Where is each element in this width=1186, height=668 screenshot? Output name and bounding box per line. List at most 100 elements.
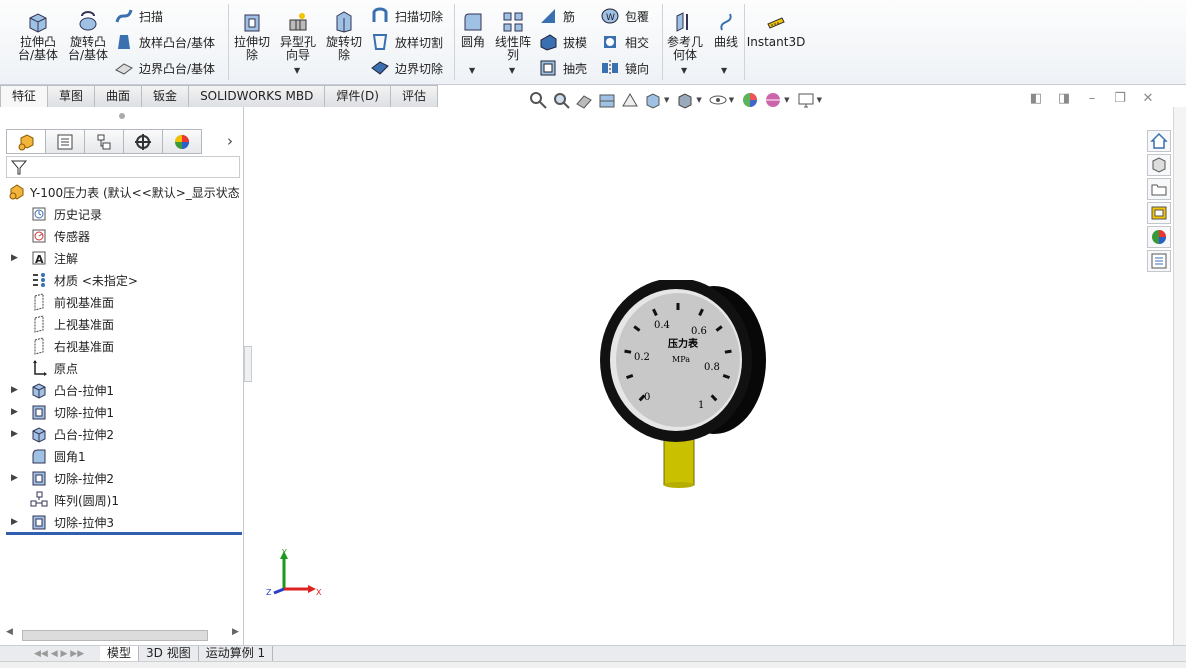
- tree-item[interactable]: ▶ A 注解: [0, 247, 242, 269]
- previous-view-icon[interactable]: [574, 90, 594, 110]
- tree-item[interactable]: ▶ 切除-拉伸2: [0, 467, 242, 489]
- tab-motion-study[interactable]: 运动算例 1: [199, 645, 274, 662]
- expand-arrow-icon[interactable]: ▶: [11, 473, 19, 483]
- feature-filter[interactable]: [6, 156, 240, 178]
- tree-root-part[interactable]: Y-100压力表 (默认<<默认>_显示状态: [0, 181, 242, 203]
- task-pane-custom-properties[interactable]: [1147, 250, 1171, 272]
- scroll-thumb[interactable]: [22, 630, 208, 641]
- property-manager-tab[interactable]: [45, 129, 85, 154]
- rib-button[interactable]: 筋: [538, 6, 575, 26]
- rollback-bar[interactable]: [6, 532, 242, 535]
- panel-splitter[interactable]: [244, 346, 252, 382]
- boundary-boss-button[interactable]: 边界凸台/基体: [114, 58, 215, 78]
- view-settings-dropdown[interactable]: ▼: [817, 96, 822, 104]
- tree-item[interactable]: 圆角1: [0, 445, 242, 467]
- tree-item[interactable]: ▶ 凸台-拉伸2: [0, 423, 242, 445]
- expand-arrow-icon[interactable]: ▶: [11, 517, 19, 527]
- revolve-cut-button[interactable]: 旋转切 除: [322, 10, 366, 62]
- mirror-button[interactable]: 镜向: [600, 58, 649, 78]
- tree-item[interactable]: 历史记录: [0, 203, 242, 225]
- display-manager-tab[interactable]: [162, 129, 202, 154]
- edit-appearance-icon[interactable]: [740, 90, 760, 110]
- hide-show-dropdown[interactable]: ▼: [729, 96, 734, 104]
- expand-arrow-icon[interactable]: ▶: [11, 407, 19, 417]
- tab-weldments[interactable]: 焊件(D): [324, 85, 391, 107]
- task-pane-home[interactable]: [1147, 130, 1171, 152]
- wrap-button[interactable]: W 包覆: [600, 6, 649, 26]
- task-pane-file-explorer[interactable]: [1147, 178, 1171, 200]
- tab-features[interactable]: 特征: [0, 85, 49, 107]
- vertical-scrollbar[interactable]: [1173, 107, 1186, 645]
- next-document-icon[interactable]: ◨: [1056, 91, 1072, 107]
- loft-boss-button[interactable]: 放样凸台/基体: [114, 32, 215, 52]
- tree-item[interactable]: 阵列(圆周)1: [0, 489, 242, 511]
- configuration-manager-tab[interactable]: [84, 129, 124, 154]
- tree-item[interactable]: 右视基准面: [0, 335, 242, 357]
- tab-sketch[interactable]: 草图: [47, 85, 96, 107]
- task-pane-appearances[interactable]: [1147, 226, 1171, 248]
- extrude-boss-button[interactable]: 拉伸凸 台/基体: [14, 10, 62, 62]
- reference-geometry-dropdown[interactable]: ▼: [681, 66, 687, 75]
- panel-more-chevron-icon[interactable]: ›: [227, 132, 233, 150]
- linear-pattern-button[interactable]: 线性阵 列: [492, 10, 534, 62]
- view-orientation-dropdown[interactable]: ▼: [664, 96, 669, 104]
- shell-button[interactable]: 抽壳: [538, 58, 587, 78]
- tree-item[interactable]: 上视基准面: [0, 313, 242, 335]
- tree-item[interactable]: 原点: [0, 357, 242, 379]
- hole-wizard-button[interactable]: 异型孔 向导: [276, 10, 320, 62]
- boundary-cut-button[interactable]: 边界切除: [370, 58, 443, 78]
- instant3d-button[interactable]: Instant3D: [747, 10, 805, 49]
- tab-mbd[interactable]: SOLIDWORKS MBD: [188, 85, 326, 107]
- draft-button[interactable]: 拔模: [538, 32, 587, 52]
- expand-arrow-icon[interactable]: ▶: [11, 253, 19, 263]
- expand-arrow-icon[interactable]: ▶: [11, 385, 19, 395]
- reference-geometry-button[interactable]: 参考几 何体: [664, 10, 706, 62]
- panel-grip[interactable]: [119, 113, 125, 119]
- hole-wizard-dropdown[interactable]: ▼: [294, 66, 300, 75]
- tree-item[interactable]: ▶ 切除-拉伸1: [0, 401, 242, 423]
- tab-surfaces[interactable]: 曲面: [94, 85, 143, 107]
- view-orientation-icon[interactable]: [643, 90, 663, 110]
- tree-item[interactable]: ▶ 凸台-拉伸1: [0, 379, 242, 401]
- zoom-to-fit-icon[interactable]: [528, 90, 548, 110]
- previous-document-icon[interactable]: ◧: [1028, 91, 1044, 107]
- tab-evaluate[interactable]: 评估: [389, 85, 438, 107]
- fillet-dropdown[interactable]: ▼: [469, 66, 475, 75]
- task-pane-design-library[interactable]: [1147, 154, 1171, 176]
- expand-arrow-icon[interactable]: ▶: [11, 429, 19, 439]
- feature-manager-tab[interactable]: [6, 129, 46, 154]
- section-view-icon[interactable]: [597, 90, 617, 110]
- apply-scene-icon[interactable]: [763, 90, 783, 110]
- extrude-cut-button[interactable]: 拉伸切 除: [230, 10, 274, 62]
- display-style-icon[interactable]: [675, 90, 695, 110]
- intersect-button[interactable]: 相交: [600, 32, 649, 52]
- scroll-right-icon[interactable]: ▶: [232, 627, 239, 637]
- tree-item[interactable]: ▶ 切除-拉伸3: [0, 511, 242, 533]
- tab-model[interactable]: 模型: [100, 645, 140, 662]
- tree-item[interactable]: 材质 <未指定>: [0, 269, 242, 291]
- dimxpert-manager-tab[interactable]: [123, 129, 163, 154]
- fillet-button[interactable]: 圆角: [456, 10, 490, 49]
- dynamic-annotation-icon[interactable]: [620, 90, 640, 110]
- tree-item[interactable]: 前视基准面: [0, 291, 242, 313]
- scroll-left-icon[interactable]: ◀: [6, 627, 13, 637]
- tab-3d-views[interactable]: 3D 视图: [139, 645, 199, 662]
- tree-item[interactable]: 传感器: [0, 225, 242, 247]
- tab-sheet-metal[interactable]: 钣金: [141, 85, 190, 107]
- loft-cut-button[interactable]: 放样切割: [370, 32, 443, 52]
- restore-icon[interactable]: ❐: [1112, 91, 1128, 107]
- hide-show-items-icon[interactable]: [708, 90, 728, 110]
- zoom-to-area-icon[interactable]: [551, 90, 571, 110]
- curves-dropdown[interactable]: ▼: [721, 66, 727, 75]
- curves-button[interactable]: 曲线: [708, 10, 744, 49]
- task-pane-view-palette[interactable]: [1147, 202, 1171, 224]
- close-icon[interactable]: ✕: [1140, 91, 1156, 107]
- horizontal-scrollbar[interactable]: ◀ ▶: [6, 627, 240, 643]
- apply-scene-dropdown[interactable]: ▼: [784, 96, 789, 104]
- pressure-gauge-model[interactable]: 压力表 MPa 0 0.2 0.4 0.6 0.8 1: [596, 278, 776, 498]
- minimize-icon[interactable]: –: [1084, 91, 1100, 107]
- display-style-dropdown[interactable]: ▼: [696, 96, 701, 104]
- revolve-boss-button[interactable]: 旋转凸 台/基体: [64, 10, 112, 62]
- sweep-button[interactable]: 扫描: [114, 6, 163, 26]
- linear-pattern-dropdown[interactable]: ▼: [509, 66, 515, 75]
